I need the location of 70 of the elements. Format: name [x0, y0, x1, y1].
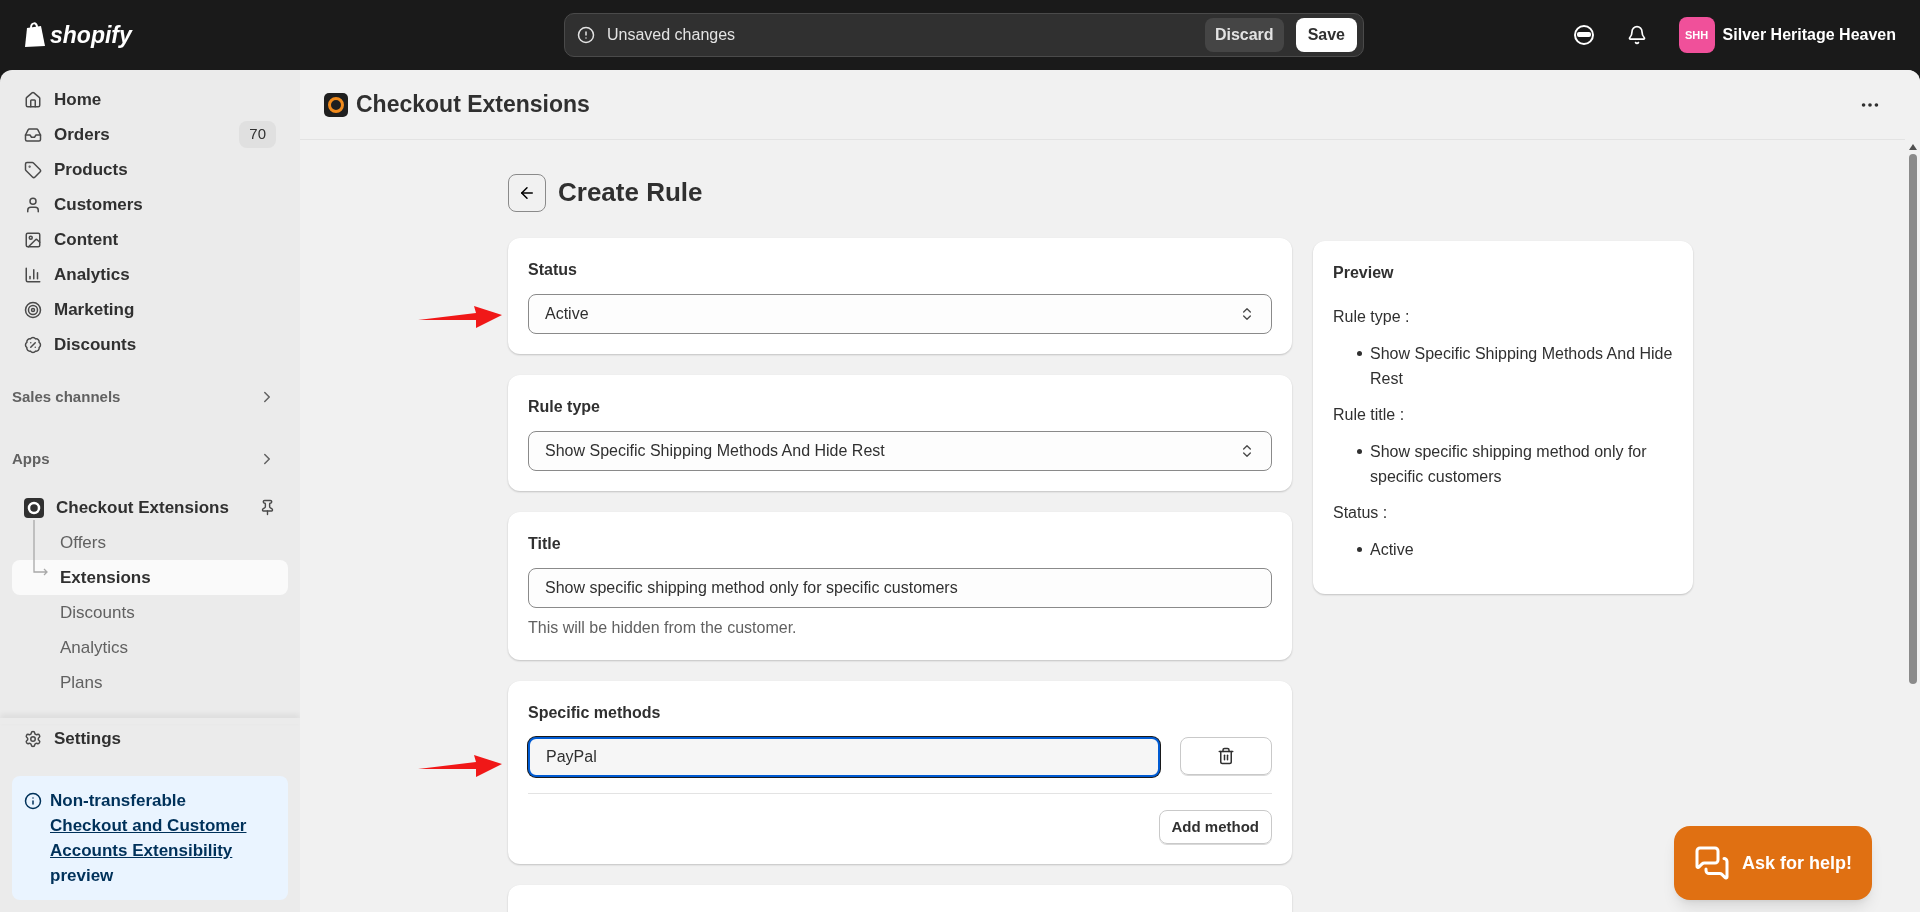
nav-subitem[interactable]: Offers — [12, 525, 288, 560]
nav-item[interactable]: Analytics — [12, 257, 288, 292]
preview-label: Rule type : — [1333, 307, 1411, 327]
field-label: Status — [528, 260, 578, 280]
discount-icon — [24, 335, 42, 354]
method-field[interactable]: PayPal — [528, 737, 1160, 777]
image-icon — [24, 230, 42, 249]
person-icon — [24, 195, 42, 214]
banner-title: Non-transferable — [50, 790, 188, 812]
app-logo-icon — [324, 92, 348, 117]
delete-button[interactable] — [1180, 737, 1272, 775]
bar-chart-icon — [24, 265, 42, 284]
tag-icon — [24, 160, 42, 179]
section-header[interactable]: Sales channels — [12, 382, 288, 412]
nav-item[interactable]: Settings — [12, 721, 288, 756]
banner-text: preview — [50, 865, 115, 887]
bullet-icon — [1357, 449, 1362, 454]
nav-item[interactable]: Products — [12, 152, 288, 187]
trash-icon — [1217, 747, 1235, 765]
save-button[interactable]: Save — [1295, 18, 1357, 52]
app-title: Checkout Extensions — [356, 90, 591, 120]
nav-item[interactable]: Marketing — [12, 292, 288, 327]
discard-button[interactable]: Discard — [1204, 18, 1284, 52]
preview-value: Show Specific Shipping Methods And Hide Rest — [1370, 344, 1673, 389]
add-method-button[interactable]: Add method — [1158, 810, 1272, 844]
app-logo-icon — [24, 497, 44, 518]
bullet-icon — [1357, 547, 1362, 552]
field-label: Rule type — [528, 397, 601, 417]
settings-icon — [24, 729, 42, 748]
field-label: Title — [528, 534, 562, 554]
info-icon — [24, 792, 42, 810]
section-header[interactable]: Apps — [12, 444, 288, 474]
target-icon — [24, 300, 42, 319]
scrollbar-thumb[interactable] — [1908, 154, 1917, 684]
bell-icon[interactable] — [1626, 25, 1647, 45]
store-name[interactable]: Silver Heritage Heaven — [1722, 23, 1896, 47]
page-title: Create Rule — [558, 176, 703, 209]
inbox-icon — [24, 125, 42, 144]
nav-item[interactable]: Checkout Extensions — [12, 490, 288, 525]
nav-item[interactable]: Discounts — [12, 327, 288, 362]
nav-subitem[interactable]: Extensions — [12, 560, 288, 595]
preview-value: Show specific shipping method only for specific customers — [1370, 442, 1648, 487]
nav-item[interactable]: Home — [12, 82, 288, 117]
preview-title: Preview — [1333, 263, 1395, 283]
nav-subitem[interactable]: Analytics — [12, 630, 288, 665]
preview-label: Rule title : — [1333, 405, 1406, 425]
shopping-bag-icon — [24, 22, 46, 48]
nav-subitem[interactable]: Discounts — [12, 595, 288, 630]
brand-logo[interactable]: shopify — [50, 17, 132, 53]
alert-icon — [577, 26, 595, 44]
home-icon — [24, 90, 42, 109]
nav-item[interactable]: Customers — [12, 187, 288, 222]
help-text: This will be hidden from the customer. — [528, 618, 798, 638]
count-badge: 70 — [239, 121, 276, 148]
field-label: Specific methods — [528, 703, 662, 723]
back-button[interactable] — [508, 173, 546, 212]
select-field[interactable]: Active — [528, 294, 1272, 334]
title-field[interactable]: Show specific shipping method only for specific customers — [528, 568, 1272, 608]
pin-icon[interactable] — [259, 499, 276, 516]
chat-icon — [1694, 845, 1730, 881]
scroll-up-icon[interactable] — [1908, 144, 1917, 150]
select-field[interactable]: Show Specific Shipping Methods And Hide Rest — [528, 431, 1272, 471]
nav-item[interactable]: Content — [12, 222, 288, 257]
bullet-icon — [1357, 351, 1362, 356]
nav-subitem[interactable]: Plans — [12, 665, 288, 700]
preview-value: Active — [1370, 540, 1414, 560]
tree-branch-icon — [33, 520, 50, 578]
preview-label: Status : — [1333, 503, 1389, 523]
nav-item[interactable]: Orders 70 — [12, 117, 288, 152]
unsaved-changes-text: Unsaved changes — [607, 25, 737, 45]
